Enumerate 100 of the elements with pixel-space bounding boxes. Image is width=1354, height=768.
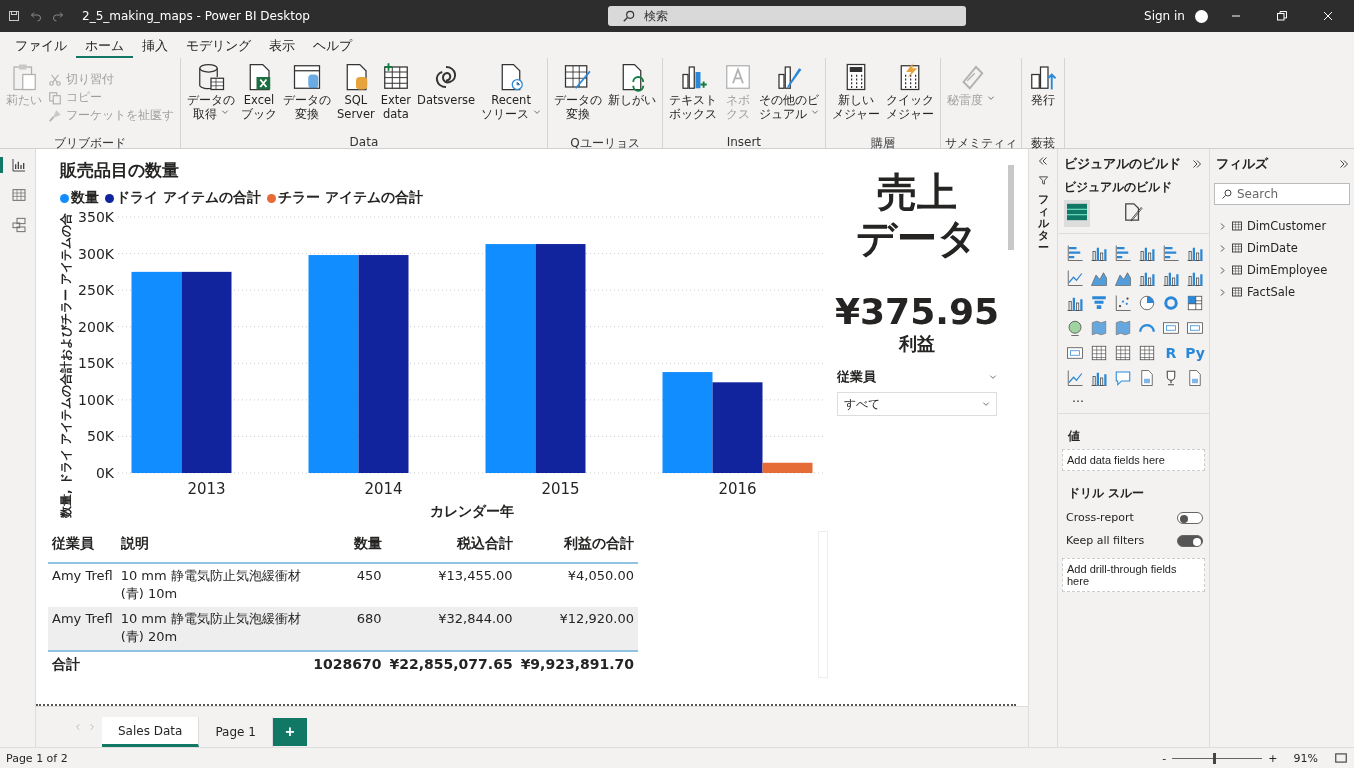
ribbon-button[interactable]: データの 変換 — [281, 60, 333, 135]
bar-chart-icon — [1162, 244, 1180, 262]
menu-tab[interactable]: 表示 — [260, 37, 304, 58]
ribbon-group-label: 購層 — [869, 135, 896, 148]
ribbon-button[interactable]: Recent ソリース — [479, 60, 543, 135]
map-icon — [1090, 319, 1108, 337]
chart-title: 販売品目の数量 — [58, 159, 180, 182]
table-cell: 450 — [356, 567, 382, 583]
bar-chart-icon — [1066, 244, 1084, 262]
expand-icon — [1191, 158, 1203, 170]
ribbon-button[interactable]: 新しい メジャー — [829, 60, 882, 135]
axis-label: 300K — [78, 245, 114, 262]
ribbon-button[interactable]: 発行 — [1025, 60, 1060, 135]
area-chart-icon — [1114, 269, 1132, 287]
field-table-item[interactable]: FactSale — [1210, 281, 1354, 303]
toggle-switch[interactable] — [1177, 511, 1203, 524]
more-visuals[interactable]: … — [1058, 391, 1209, 414]
axis-label: 2013 — [187, 480, 226, 498]
column-header[interactable]: 利益の合計 — [516, 531, 638, 563]
zoom-in-button[interactable]: + — [1268, 751, 1278, 765]
total-cell: ¥9,923,891.70 — [520, 655, 634, 672]
legend-label: ドライ アイテムの合計 — [116, 189, 261, 207]
axis-title: カレンダー年 — [430, 503, 514, 519]
map-icon — [1114, 319, 1132, 337]
axis-label: 2016 — [718, 480, 757, 498]
pane-title: フィルズ — [1216, 155, 1268, 173]
card-icon — [1186, 319, 1204, 337]
sign-in-link[interactable]: Sign in — [1144, 9, 1185, 23]
zoom-level: 91% — [1293, 751, 1318, 765]
toggle-switch[interactable] — [1177, 534, 1203, 547]
model-icon — [11, 217, 27, 233]
undo-icon[interactable] — [30, 10, 42, 22]
axis-label: 350K — [78, 209, 114, 225]
menu-tab[interactable]: 挿入 — [133, 37, 177, 58]
caret-icon — [989, 373, 997, 381]
restore-icon[interactable] — [1276, 10, 1288, 22]
build-visual-tab[interactable] — [1064, 200, 1090, 227]
save-icon[interactable] — [8, 10, 20, 22]
section-label: 値 — [1067, 428, 1081, 445]
search-field[interactable]: 検索 — [607, 6, 966, 26]
pie-chart-icon — [1138, 294, 1156, 312]
total-cell: 1028670 — [313, 655, 382, 672]
menu-tab[interactable]: ヘルプ — [304, 37, 361, 58]
previous-icon — [74, 723, 82, 732]
close-icon[interactable] — [1322, 10, 1334, 22]
avatar-icon[interactable] — [1195, 9, 1208, 23]
search-icon — [1221, 188, 1233, 200]
table-cell: 680 — [356, 610, 382, 626]
table-cell: ¥4,050.00 — [567, 567, 634, 583]
window-icon — [292, 62, 322, 92]
field-table-item[interactable]: DimEmployee — [1210, 259, 1354, 281]
caret-icon — [982, 400, 990, 408]
filters-pane-label[interactable]: フィルター — [1037, 194, 1049, 255]
area-chart-icon — [1090, 269, 1108, 287]
zoom-slider[interactable] — [1212, 752, 1216, 764]
line-chart-icon — [1066, 369, 1084, 387]
table-cell: Amy Trefl — [52, 610, 113, 626]
ribbon-button[interactable]: 新しがい — [605, 60, 658, 135]
column-header[interactable]: 税込合計 — [385, 531, 517, 563]
table-cell: ¥32,844.00 — [438, 610, 513, 626]
chevron-right-icon — [1218, 287, 1227, 297]
axis-label: 2015 — [541, 480, 580, 498]
menu-tab[interactable]: ホーム — [76, 37, 133, 58]
search-field[interactable]: Search — [1214, 183, 1350, 205]
drop-zone[interactable]: Add data fields here — [1062, 449, 1205, 471]
document-icon — [1186, 369, 1204, 387]
drop-zone[interactable]: Add drill-through fields here — [1062, 558, 1205, 592]
ribbon-button[interactable]: データの 取得 — [185, 60, 237, 135]
ribbon-button[interactable]: Exter data — [378, 60, 414, 135]
slicer-dropdown[interactable]: すべて — [837, 392, 997, 416]
menu-tab[interactable]: ファイル — [6, 37, 76, 58]
redo-icon[interactable] — [52, 10, 64, 22]
card-label: 利益 — [899, 332, 935, 356]
ribbon-button[interactable]: テキスト ボックス — [666, 60, 719, 135]
menu-tab[interactable]: モデリング — [177, 37, 260, 58]
column-header[interactable]: 数量 — [309, 531, 386, 563]
fit-page-icon — [1334, 751, 1348, 765]
ribbon-button[interactable]: Datsverse — [415, 60, 478, 135]
search-icon — [621, 9, 636, 23]
axis-title: 数量, ドライ アイテムの合計およびチラー アイテムの合 — [59, 213, 73, 519]
scrollbar[interactable] — [1008, 165, 1014, 250]
chevron-right-icon — [1218, 243, 1227, 253]
ribbon-button[interactable]: Excel ブック — [239, 60, 279, 135]
axis-label: 2014 — [364, 480, 403, 498]
ribbon-button[interactable]: データの 変換 — [551, 60, 604, 135]
zoom-out-button[interactable]: - — [1162, 751, 1167, 765]
field-table-item[interactable]: DimCustomer — [1210, 215, 1354, 237]
card-value: ¥375.95 — [835, 291, 999, 332]
ribbon-button[interactable]: SQL Server — [335, 60, 377, 135]
document-icon — [1138, 369, 1156, 387]
add-page-button[interactable]: + — [272, 718, 307, 746]
ribbon-group-label: Data — [348, 135, 380, 148]
column-header[interactable]: 従業員 — [48, 531, 117, 563]
column-header[interactable]: 説明 — [116, 531, 310, 563]
toggle-label: Cross-report — [1066, 511, 1134, 524]
ribbon-button[interactable]: その他のビ ジュアル — [756, 60, 821, 135]
table-icon — [1231, 220, 1243, 232]
ribbon-button[interactable]: クイック メジャー — [883, 60, 936, 135]
page-tab[interactable]: Sales Data — [102, 717, 200, 747]
field-table-item[interactable]: DimDate — [1210, 237, 1354, 259]
